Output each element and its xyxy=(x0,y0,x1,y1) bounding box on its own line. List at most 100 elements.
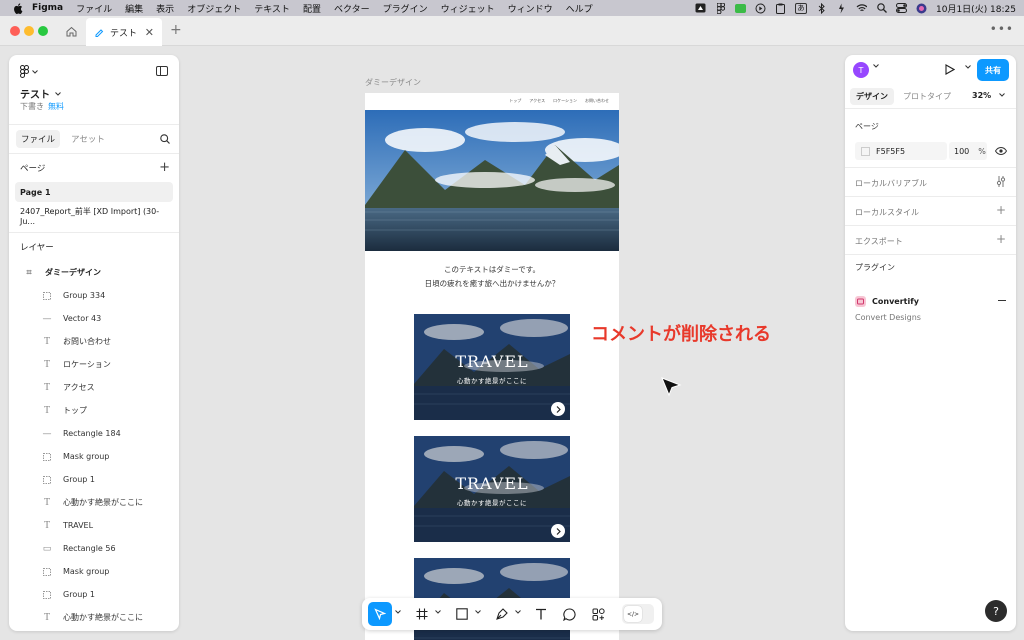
local-variables-section[interactable]: ローカルバリアブル xyxy=(845,168,1016,197)
page-item[interactable]: Page 1 xyxy=(15,182,173,202)
dummy-design-frame[interactable]: トップ アクセス ロケーション お問い合わせ このテキストはダミーです。 日頃の… xyxy=(365,93,619,640)
line-app-icon[interactable] xyxy=(735,3,746,14)
menu-app-figma[interactable]: Figma xyxy=(32,3,63,13)
menubar-clock[interactable]: 10月1日(火) 18:25 xyxy=(936,2,1016,15)
card-arrow-button[interactable] xyxy=(551,402,565,416)
text-tool-button[interactable] xyxy=(529,602,553,626)
menu-edit[interactable]: 編集 xyxy=(125,2,143,15)
site-nav-top[interactable]: トップ xyxy=(509,98,521,104)
menu-text[interactable]: テキスト xyxy=(254,2,290,15)
sidebar-toggle-icon[interactable] xyxy=(156,66,168,76)
menu-window[interactable]: ウィンドウ xyxy=(508,2,553,15)
frame-tool-button[interactable] xyxy=(410,602,434,626)
layer-row[interactable]: T 心動かす絶景がここに xyxy=(9,491,179,514)
layer-row[interactable]: Group 334 xyxy=(9,284,179,307)
chevron-down-icon[interactable] xyxy=(873,64,879,68)
zoom-level[interactable]: 32% xyxy=(972,91,991,100)
eye-icon[interactable] xyxy=(995,147,1007,155)
control-center-icon[interactable] xyxy=(896,3,907,14)
page-item[interactable]: 2407_Report_前半 [XD Import] (30-Ju... xyxy=(9,206,173,226)
menu-object[interactable]: オブジェクト xyxy=(187,2,241,15)
apple-icon[interactable] xyxy=(12,2,24,14)
tab-prototype[interactable]: プロトタイプ xyxy=(903,91,951,102)
pen-tool-button[interactable] xyxy=(490,602,514,626)
layer-row[interactable]: T 心動かす絶景がここに xyxy=(9,606,179,629)
search-icon[interactable] xyxy=(160,134,170,147)
close-tab-icon[interactable]: ✕ xyxy=(145,26,154,39)
file-name-button[interactable]: テスト xyxy=(20,86,61,101)
new-tab-button[interactable]: + xyxy=(170,22,182,38)
share-button[interactable]: 共有 xyxy=(977,59,1009,81)
drive-icon[interactable] xyxy=(695,3,706,14)
travel-card[interactable]: TRAVEL 心動かす絶景がここに xyxy=(414,436,570,542)
layer-row[interactable]: — Rectangle 184 xyxy=(9,422,179,445)
layer-row[interactable]: T アクセス xyxy=(9,376,179,399)
clipboard-icon[interactable] xyxy=(775,3,786,14)
layer-row[interactable]: — Vector 43 xyxy=(9,307,179,330)
menu-vector[interactable]: ベクター xyxy=(334,2,370,15)
present-play-icon[interactable] xyxy=(945,64,955,75)
menu-help[interactable]: ヘルプ xyxy=(566,2,593,15)
tab-assets[interactable]: アセット xyxy=(66,130,110,148)
plan-badge[interactable]: 無料 xyxy=(48,102,64,111)
move-tool-button[interactable] xyxy=(368,602,392,626)
layer-row[interactable]: T ロケーション xyxy=(9,353,179,376)
export-section[interactable]: エクスポート + xyxy=(845,226,1016,255)
layer-row-frame[interactable]: ⌗ ダミーデザイン xyxy=(9,261,179,284)
layer-row[interactable]: Mask group xyxy=(9,445,179,468)
layer-row[interactable]: TTRAVEL xyxy=(9,629,179,631)
tab-design[interactable]: デザイン xyxy=(850,88,894,105)
local-styles-section[interactable]: ローカルスタイル + xyxy=(845,197,1016,226)
menu-widgets[interactable]: ウィジェット xyxy=(441,2,495,15)
site-nav-contact[interactable]: お問い合わせ xyxy=(585,98,609,104)
window-zoom-button[interactable] xyxy=(38,26,48,36)
bluetooth-icon[interactable] xyxy=(816,2,827,14)
main-menu-button[interactable] xyxy=(20,65,38,78)
input-method-indicator[interactable]: あ xyxy=(795,2,807,14)
media-play-icon[interactable] xyxy=(755,3,766,14)
home-tab[interactable] xyxy=(58,20,84,42)
wifi-icon[interactable] xyxy=(856,3,867,14)
layer-row[interactable]: Mask group xyxy=(9,560,179,583)
site-nav-location[interactable]: ロケーション xyxy=(553,98,577,104)
figma-menubar-icon[interactable] xyxy=(715,2,726,14)
add-style-icon[interactable]: + xyxy=(996,203,1006,217)
menu-arrange[interactable]: 配置 xyxy=(303,2,321,15)
chevron-down-icon[interactable] xyxy=(435,610,441,614)
collapse-icon[interactable] xyxy=(998,300,1006,302)
opacity-value[interactable]: 100 xyxy=(954,147,969,156)
color-swatch[interactable] xyxy=(861,146,870,156)
layer-row[interactable]: T トップ xyxy=(9,399,179,422)
layer-row[interactable]: ▭ Rectangle 56 xyxy=(9,537,179,560)
background-color-value[interactable]: F5F5F5 xyxy=(876,147,905,156)
layer-row[interactable]: TTRAVEL xyxy=(9,514,179,537)
spotlight-icon[interactable] xyxy=(876,3,887,14)
battery-icon[interactable] xyxy=(836,3,847,14)
plugin-item[interactable]: Convertify xyxy=(855,296,919,307)
menu-plugins[interactable]: プラグイン xyxy=(383,2,428,15)
site-nav-access[interactable]: アクセス xyxy=(529,98,545,104)
help-button[interactable]: ? xyxy=(985,600,1007,622)
comment-tool-button[interactable] xyxy=(557,602,581,626)
chevron-down-icon[interactable] xyxy=(475,610,481,614)
actions-tool-button[interactable] xyxy=(586,602,610,626)
document-tab[interactable]: テスト ✕ xyxy=(86,18,162,46)
tab-file[interactable]: ファイル xyxy=(16,130,61,148)
layer-row[interactable]: T お問い合わせ xyxy=(9,330,179,353)
menu-file[interactable]: ファイル xyxy=(76,2,112,15)
window-close-button[interactable] xyxy=(10,26,20,36)
layer-row[interactable]: Group 1 xyxy=(9,468,179,491)
chevron-down-icon[interactable] xyxy=(395,610,401,614)
background-opacity-field[interactable]: 100 % xyxy=(949,142,987,160)
more-options-icon[interactable]: ••• xyxy=(990,22,1014,36)
variables-settings-icon[interactable] xyxy=(996,176,1006,190)
chevron-down-icon[interactable] xyxy=(965,65,971,69)
frame-label[interactable]: ダミーデザイン xyxy=(365,77,421,88)
user-avatar[interactable]: T xyxy=(853,62,869,78)
dev-mode-toggle[interactable]: </> xyxy=(622,604,654,624)
chevron-down-icon[interactable] xyxy=(515,610,521,614)
add-export-icon[interactable]: + xyxy=(996,232,1006,246)
chevron-down-icon[interactable] xyxy=(999,93,1005,97)
card-arrow-button[interactable] xyxy=(551,524,565,538)
window-minimize-button[interactable] xyxy=(24,26,34,36)
